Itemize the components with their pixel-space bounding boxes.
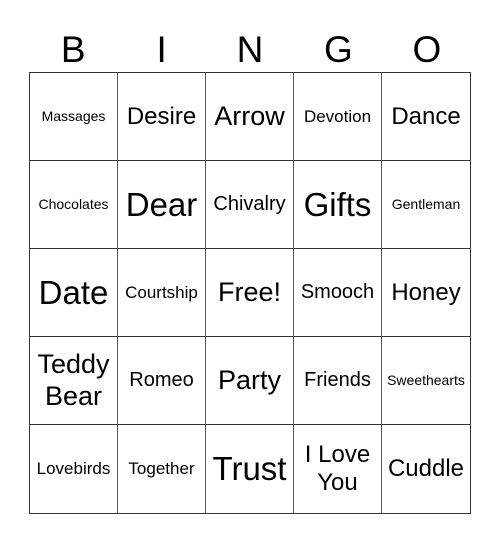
bingo-cell[interactable]: Massages <box>30 73 118 161</box>
bingo-cell[interactable]: Honey <box>382 249 470 337</box>
bingo-cell[interactable]: Date <box>30 249 118 337</box>
bingo-cell[interactable]: Courtship <box>118 249 206 337</box>
bingo-cell[interactable]: Friends <box>294 337 382 425</box>
bingo-cell[interactable]: Free! <box>206 249 294 337</box>
bingo-cell[interactable]: Lovebirds <box>30 425 118 513</box>
header-letter-b: B <box>60 29 86 70</box>
bingo-cell[interactable]: Romeo <box>118 337 206 425</box>
bingo-cell[interactable]: Together <box>118 425 206 513</box>
bingo-cell[interactable]: Party <box>206 337 294 425</box>
bingo-cell[interactable]: Cuddle <box>382 425 470 513</box>
bingo-cell[interactable]: Arrow <box>206 73 294 161</box>
bingo-cell[interactable]: Dance <box>382 73 470 161</box>
bingo-cell[interactable]: Trust <box>206 425 294 513</box>
header-letter-n: N <box>236 29 264 70</box>
header-letter-i: I <box>156 29 167 70</box>
header-letter-o: O <box>412 29 442 70</box>
bingo-cell[interactable]: Chocolates <box>30 161 118 249</box>
bingo-cell[interactable]: Devotion <box>294 73 382 161</box>
bingo-header: B I N G O <box>29 28 471 72</box>
bingo-cell[interactable]: Desire <box>118 73 206 161</box>
bingo-cell[interactable]: Sweethearts <box>382 337 470 425</box>
bingo-cell[interactable]: Dear <box>118 161 206 249</box>
bingo-cell[interactable]: Teddy Bear <box>30 337 118 425</box>
bingo-cell[interactable]: Gentleman <box>382 161 470 249</box>
bingo-grid: Massages Desire Arrow Devotion Dance Chocolat… <box>29 72 471 514</box>
header-letter-g: G <box>324 29 353 70</box>
bingo-cell[interactable]: Chivalry <box>206 161 294 249</box>
bingo-cell[interactable]: Smooch <box>294 249 382 337</box>
bingo-cell[interactable]: I Love You <box>294 425 382 513</box>
bingo-cell[interactable]: Gifts <box>294 161 382 249</box>
